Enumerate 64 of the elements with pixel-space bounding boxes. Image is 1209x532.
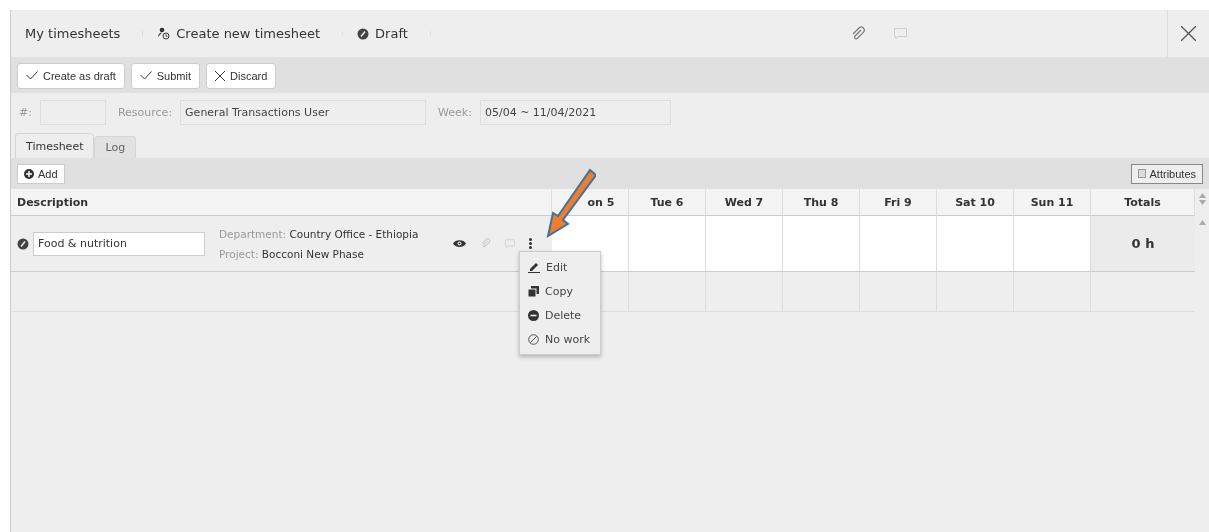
ban-icon [528, 333, 539, 345]
close-icon [1181, 26, 1196, 41]
attributes-button[interactable]: Attributes [1130, 163, 1203, 184]
hours-cell[interactable] [1014, 216, 1091, 272]
field-label: Resource: [117, 105, 173, 119]
breadcrumb[interactable]: My timesheets [11, 10, 144, 57]
comment-icon[interactable] [505, 238, 515, 249]
close-icon [215, 70, 225, 81]
column-header: Totals [1091, 189, 1195, 216]
toolbar-button[interactable]: Discard [206, 62, 277, 89]
pencil-icon [528, 261, 540, 273]
column-header: Tue 6 [629, 189, 706, 216]
scroll-down-icon[interactable] [1198, 200, 1206, 205]
column-header: Fri 9 [860, 189, 937, 216]
menu-item[interactable]: Copy [520, 279, 600, 303]
department-text: Department: Country Office - Ethiopia [219, 227, 420, 240]
field-label: Week: [438, 105, 472, 119]
column-header: Sun 11 [1014, 189, 1091, 216]
scroll-up-icon[interactable] [1198, 220, 1206, 225]
project-text: Project: Bocconi New Phase [219, 247, 365, 260]
draft-icon [17, 237, 29, 250]
menu-item[interactable]: Delete [520, 303, 600, 327]
empty-cell[interactable] [860, 272, 937, 312]
paperclip-icon[interactable] [850, 25, 867, 42]
copy-icon [528, 285, 539, 297]
week-field[interactable]: 05/04 ~ 11/04/2021 [479, 99, 671, 125]
draft-icon [357, 27, 370, 40]
person-clock-icon [157, 27, 171, 40]
attributes-icon [1137, 169, 1146, 178]
hours-cell[interactable] [706, 216, 783, 272]
check-icon [139, 71, 152, 80]
hours-cell[interactable] [860, 216, 937, 272]
paperclip-icon[interactable] [480, 238, 491, 249]
scroll-up-icon[interactable] [1198, 193, 1206, 198]
column-header: Sat 10 [937, 189, 1014, 216]
empty-cell[interactable] [706, 272, 783, 312]
toolbar-button[interactable]: Submit [130, 62, 200, 89]
empty-cell[interactable] [783, 272, 860, 312]
hours-cell[interactable] [783, 216, 860, 272]
empty-cell[interactable] [937, 272, 1014, 312]
menu-item[interactable]: Edit [520, 255, 600, 279]
empty-cell[interactable] [1014, 272, 1091, 312]
menu-item[interactable]: No work [520, 327, 600, 351]
tab[interactable]: Timesheet [15, 133, 95, 158]
breadcrumb[interactable]: Draft [343, 10, 431, 57]
eye-icon[interactable] [453, 239, 466, 248]
column-header: Wed 7 [706, 189, 783, 216]
breadcrumb[interactable]: Create new timesheet [143, 10, 344, 57]
minus-circle-icon [528, 309, 539, 321]
tab[interactable]: Log [94, 136, 137, 158]
column-header: Description [11, 189, 552, 216]
comment-icon[interactable] [894, 27, 908, 40]
resource-field[interactable]: General Transactions User [180, 99, 427, 125]
toolbar-button[interactable]: Create as draft [17, 62, 125, 89]
add-button[interactable]: Add [17, 163, 65, 184]
check-icon [26, 71, 38, 80]
more-icon[interactable] [529, 238, 532, 249]
hours-cell[interactable] [937, 216, 1014, 272]
plus-circle-icon [24, 168, 34, 179]
column-header: Thu 8 [783, 189, 860, 216]
description-field[interactable]: Food & nutrition [33, 231, 205, 256]
empty-cell[interactable] [629, 272, 706, 312]
field-label: #: [19, 105, 32, 119]
hours-cell[interactable] [629, 216, 706, 272]
